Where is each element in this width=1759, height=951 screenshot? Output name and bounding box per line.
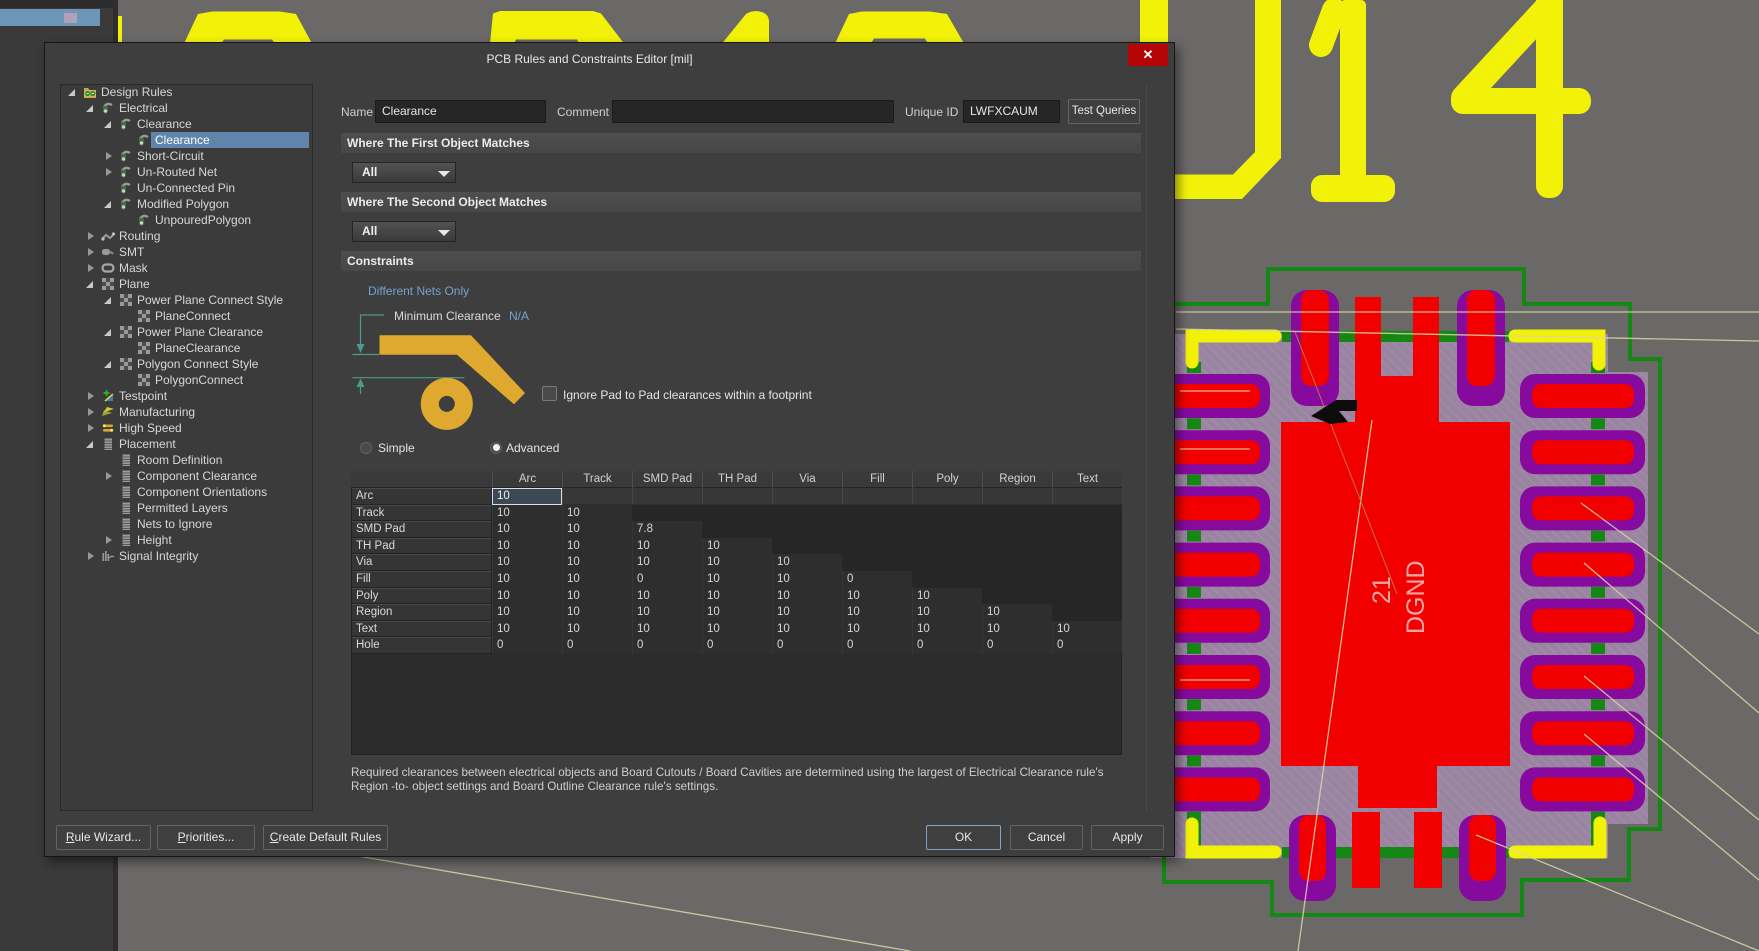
svg-text:21: 21 <box>1368 576 1396 604</box>
svg-text:DGND: DGND <box>1402 560 1430 634</box>
